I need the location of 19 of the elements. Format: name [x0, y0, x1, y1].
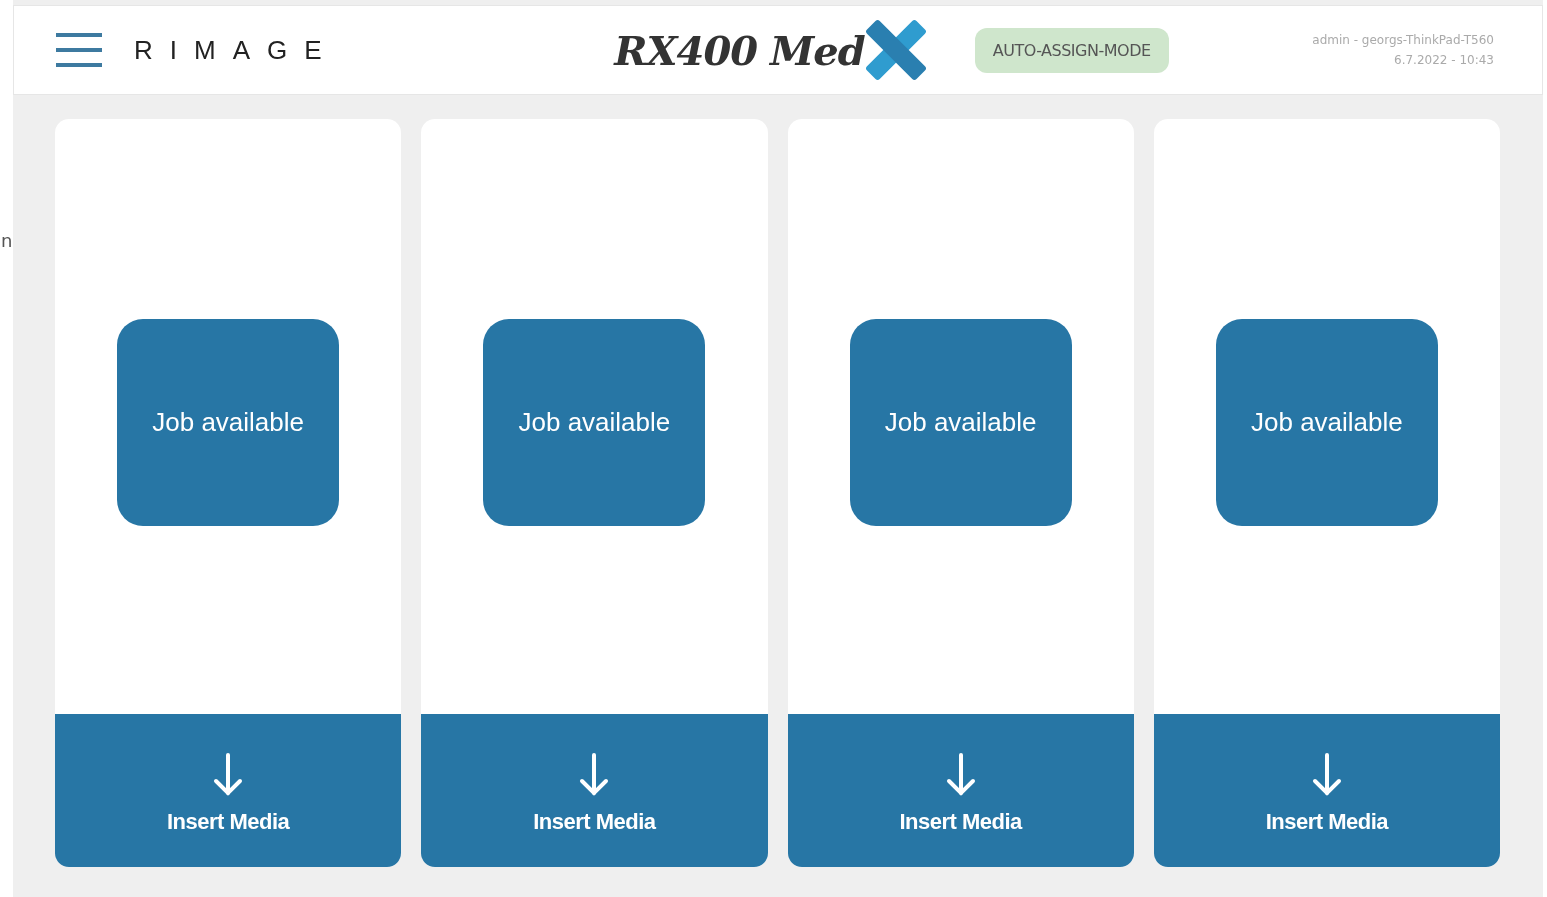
down-arrow-icon — [579, 753, 610, 797]
product-title: RX400 Med — [614, 26, 865, 74]
job-status-button[interactable]: Job available — [1215, 319, 1438, 526]
insert-media-button[interactable]: Insert Media — [1153, 714, 1500, 867]
insert-media-button[interactable]: Insert Media — [55, 714, 402, 867]
down-arrow-icon — [1311, 753, 1342, 797]
down-arrow-icon — [945, 753, 976, 797]
insert-media-button[interactable]: Insert Media — [421, 714, 768, 867]
job-status-button[interactable]: Job available — [849, 319, 1072, 526]
mode-badge: AUTO-ASSIGN-MODE — [974, 27, 1169, 73]
brand-logo: RIMAGE — [134, 34, 339, 66]
menu-icon[interactable] — [56, 33, 102, 67]
datetime-label: 6.7.2022 - 10:43 — [1394, 53, 1494, 67]
cut-off-text: n — [1, 232, 13, 250]
job-status-button[interactable]: Job available — [483, 319, 706, 526]
job-status-button[interactable]: Job available — [117, 319, 340, 526]
insert-media-button[interactable]: Insert Media — [787, 714, 1134, 867]
user-label: admin - georgs-ThinkPad-T560 — [1312, 33, 1494, 47]
down-arrow-icon — [213, 753, 244, 797]
